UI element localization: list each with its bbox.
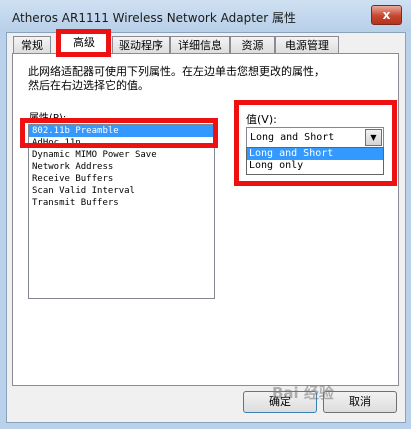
value-select-current: Long and Short bbox=[250, 132, 335, 143]
cancel-button[interactable]: 取消 bbox=[323, 391, 397, 413]
description-line: 然后在右边选择它的值。 bbox=[28, 79, 149, 92]
list-item-802-11b-preamble[interactable]: 802.11b Preamble bbox=[29, 125, 214, 137]
value-label: 值(V): bbox=[246, 113, 277, 126]
option-long-and-short[interactable]: Long and Short bbox=[247, 148, 383, 160]
option-long-only[interactable]: Long only bbox=[247, 160, 383, 172]
tab-advanced[interactable]: 高级 bbox=[60, 33, 108, 55]
list-item-receive-buffers[interactable]: Receive Buffers bbox=[29, 173, 214, 185]
tab-general[interactable]: 常规 bbox=[13, 36, 51, 54]
value-select[interactable]: Long and Short ▼ bbox=[246, 127, 384, 148]
list-item-adhoc-11n[interactable]: AdHoc 11n bbox=[29, 137, 214, 149]
list-item-scan-valid-interval[interactable]: Scan Valid Interval bbox=[29, 185, 214, 197]
tab-driver[interactable]: 驱动程序 bbox=[112, 36, 170, 54]
value-dropdown-list[interactable]: Long and Short Long only bbox=[246, 147, 384, 175]
chevron-down-icon[interactable]: ▼ bbox=[365, 129, 382, 146]
description-line: 此网络适配器可使用下列属性。在左边单击您想更改的属性， bbox=[28, 65, 325, 78]
title-bar: Atheros AR1111 Wireless Network Adapter … bbox=[0, 0, 411, 32]
tab-power-management[interactable]: 电源管理 bbox=[275, 36, 339, 54]
list-item-transmit-buffers[interactable]: Transmit Buffers bbox=[29, 197, 214, 209]
list-item-dynamic-mimo-power-save[interactable]: Dynamic MIMO Power Save bbox=[29, 149, 214, 161]
tab-details[interactable]: 详细信息 bbox=[170, 36, 230, 54]
close-button[interactable]: x bbox=[371, 5, 402, 25]
list-item-network-address[interactable]: Network Address bbox=[29, 161, 214, 173]
property-listbox[interactable]: 802.11b Preamble AdHoc 11n Dynamic MIMO … bbox=[28, 124, 215, 299]
window-title: Atheros AR1111 Wireless Network Adapter … bbox=[12, 11, 297, 25]
watermark-logo: Bai 经验 bbox=[272, 384, 334, 402]
property-label: 属性(P): bbox=[29, 113, 67, 124]
advanced-description: 此网络适配器可使用下列属性。在左边单击您想更改的属性， 然后在右边选择它的值。 bbox=[28, 65, 368, 93]
close-icon: x bbox=[382, 8, 391, 22]
tab-resources[interactable]: 资源 bbox=[230, 36, 275, 54]
